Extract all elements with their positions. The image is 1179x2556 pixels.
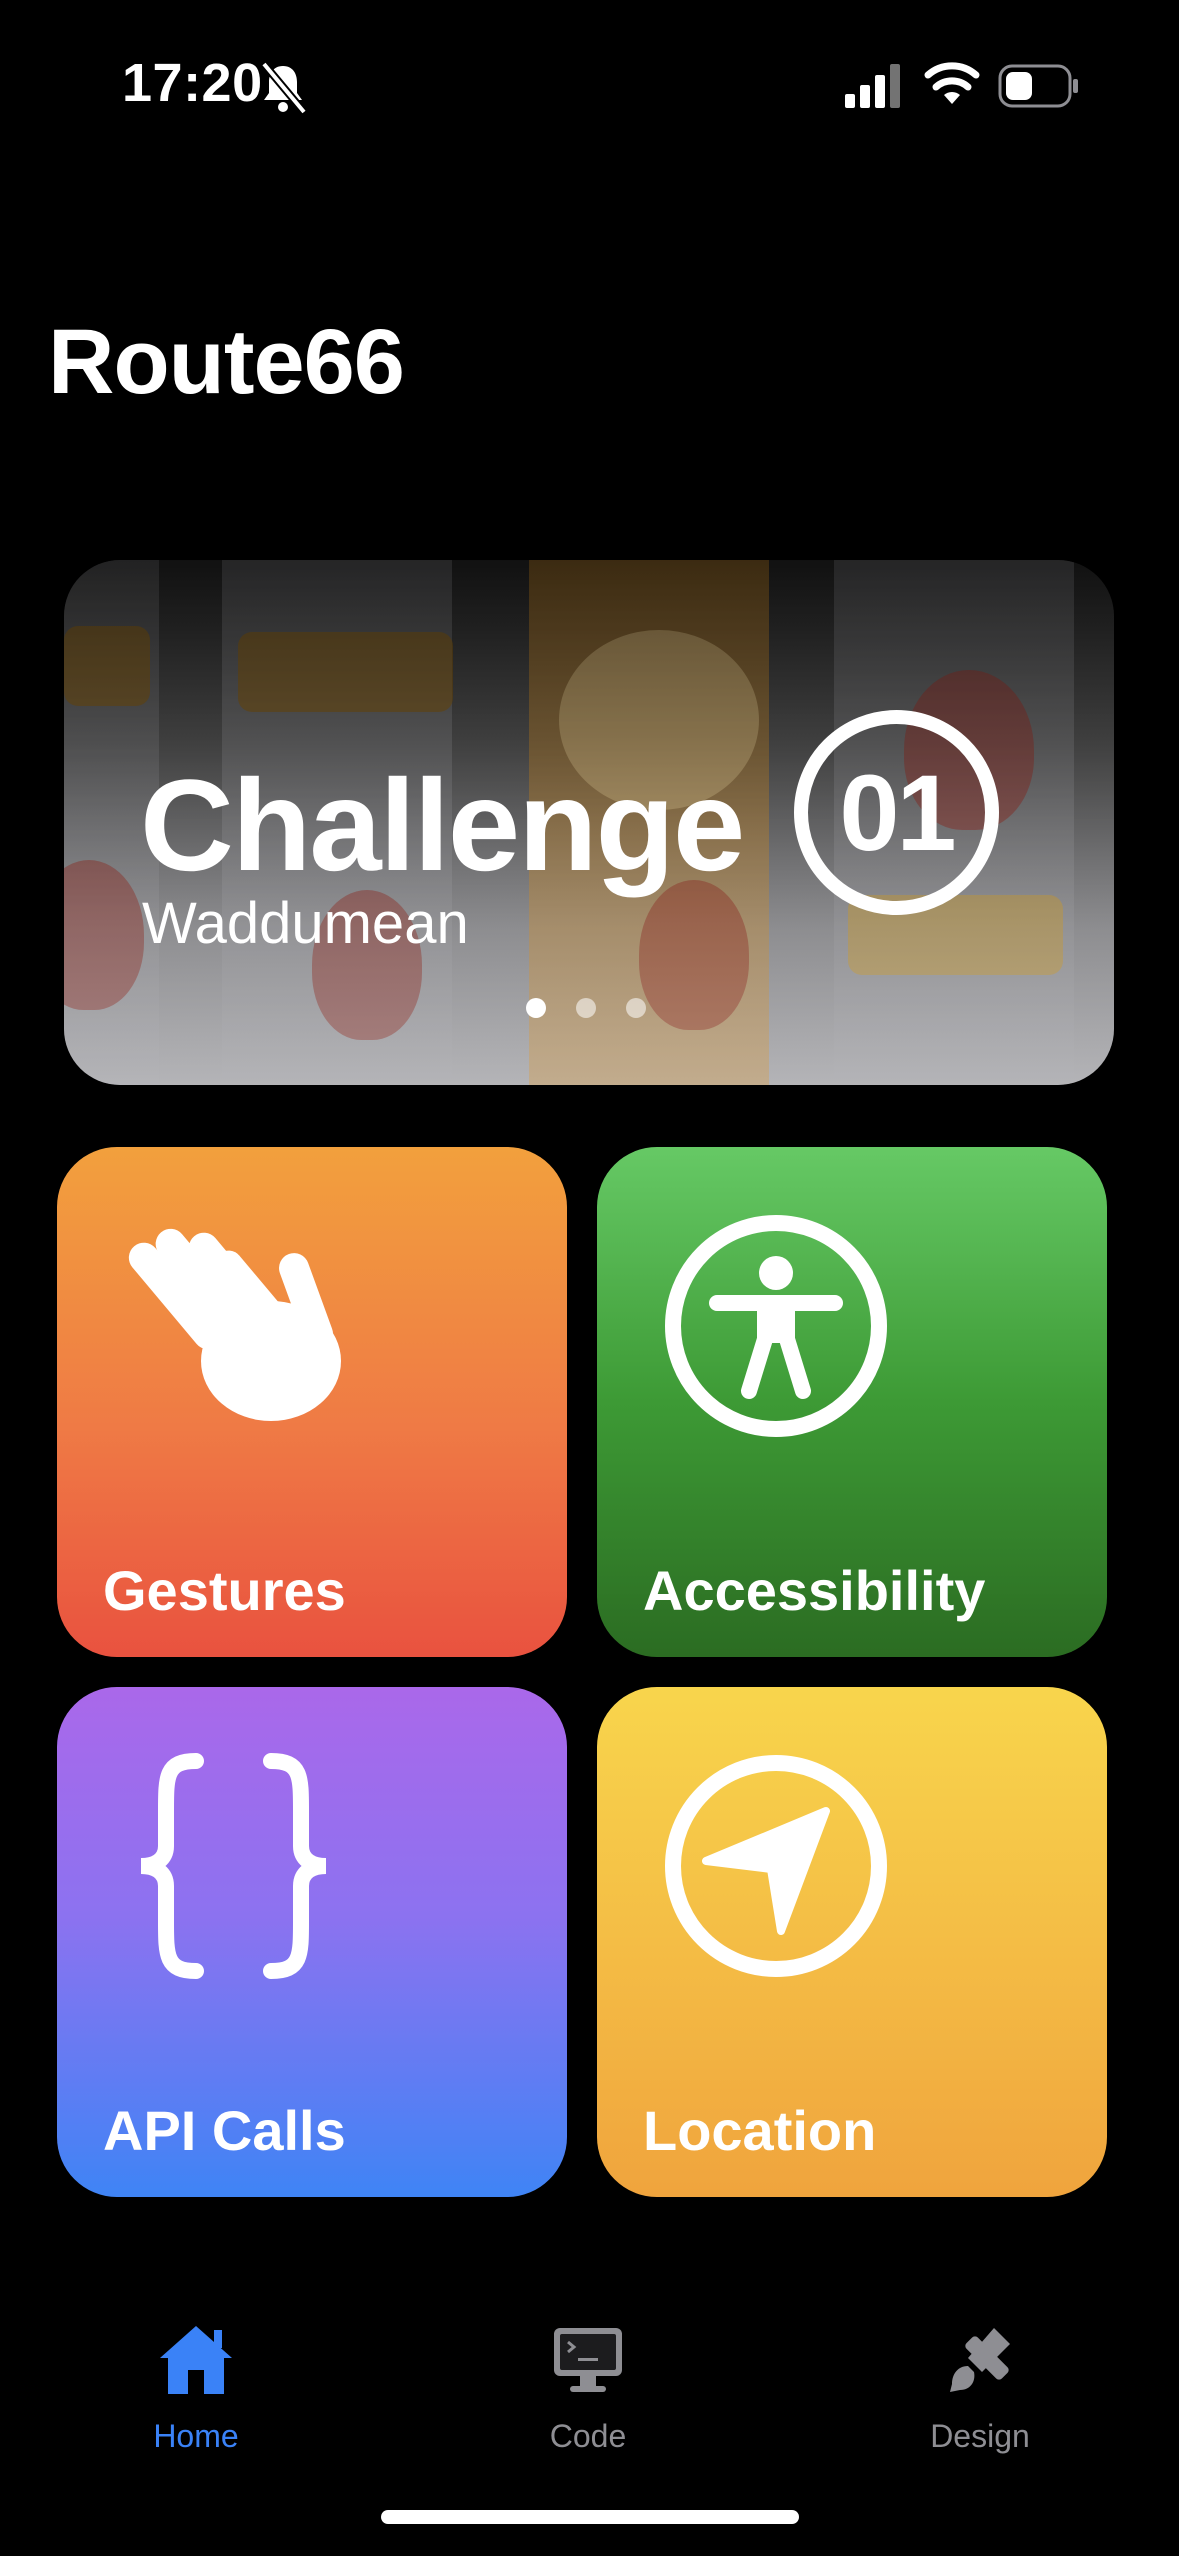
tile-accessibility[interactable]: Accessibility xyxy=(597,1147,1107,1657)
wifi-icon xyxy=(924,62,980,104)
desktop-terminal-icon xyxy=(554,2328,622,2392)
page-dot[interactable] xyxy=(526,998,546,1018)
tile-gestures[interactable]: Gestures xyxy=(57,1147,567,1657)
challenge-carousel[interactable]: Challenge 01 Waddumean xyxy=(64,560,1114,1085)
waving-hand-icon xyxy=(128,1228,341,1421)
tab-label: Home xyxy=(153,2418,239,2454)
page-indicator[interactable] xyxy=(526,998,646,1018)
house-icon xyxy=(160,2326,232,2394)
tile-api-calls[interactable]: API Calls xyxy=(57,1687,567,2197)
bell-slash-icon xyxy=(260,61,308,115)
page-title: Route66 xyxy=(48,311,405,413)
battery-icon xyxy=(998,64,1078,108)
page-dot[interactable] xyxy=(576,998,596,1018)
cellular-signal-icon xyxy=(845,64,900,108)
accessibility-icon xyxy=(665,1215,887,1437)
page-dot[interactable] xyxy=(626,998,646,1018)
tile-label: Accessibility xyxy=(643,1559,986,1622)
tile-label: Location xyxy=(643,2099,877,2162)
challenge-number-badge: 01 xyxy=(794,710,999,915)
paintbrush-ruler-icon xyxy=(950,2328,1010,2392)
challenge-title: Challenge xyxy=(140,752,745,898)
tile-label: API Calls xyxy=(103,2099,346,2162)
tab-code[interactable]: Code xyxy=(488,2322,688,2472)
tab-home[interactable]: Home xyxy=(96,2322,296,2472)
status-time: 17:20 xyxy=(122,53,263,113)
tab-label: Code xyxy=(549,2418,627,2454)
home-indicator[interactable] xyxy=(381,2510,799,2524)
status-bar: 17:20 xyxy=(0,0,1179,170)
tile-label: Gestures xyxy=(103,1559,346,1622)
curly-braces-icon xyxy=(140,1753,327,1979)
tile-location[interactable]: Location xyxy=(597,1687,1107,2197)
tab-label: Design xyxy=(930,2418,1030,2454)
tab-design[interactable]: Design xyxy=(880,2322,1080,2472)
location-arrow-icon xyxy=(665,1755,887,1977)
challenge-subtitle: Waddumean xyxy=(142,891,469,956)
